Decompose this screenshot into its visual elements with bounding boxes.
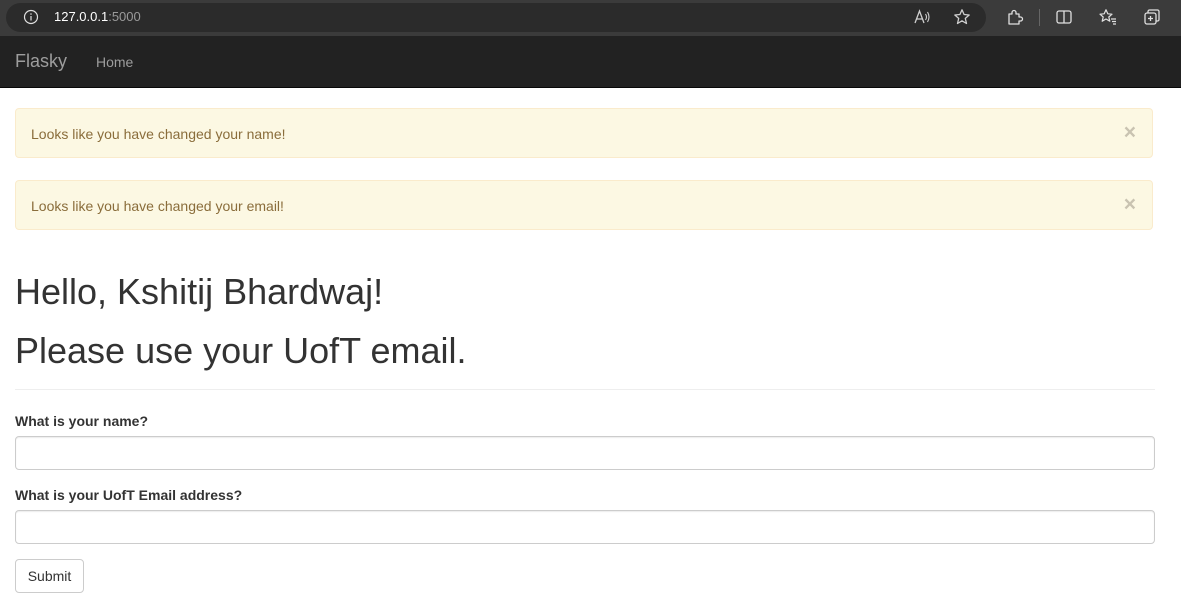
email-input[interactable] (15, 510, 1155, 544)
alert-close-button[interactable]: × (1124, 194, 1136, 216)
alert-message: Looks like you have changed your name! (31, 126, 286, 142)
address-bar[interactable] (6, 3, 986, 32)
url-port: :5000 (108, 9, 141, 24)
flash-alert: Looks like you have changed your email! … (15, 180, 1153, 230)
toolbar-separator (1039, 9, 1040, 26)
favorite-star-icon[interactable] (953, 8, 971, 26)
url-host: 127.0.0.1 (54, 9, 109, 24)
info-icon[interactable] (23, 9, 39, 25)
collections-icon[interactable] (1143, 8, 1161, 26)
name-input[interactable] (15, 436, 1155, 470)
browser-toolbar: 127.0.0.1:5000 (0, 0, 1181, 36)
page-greeting: Hello, Kshitij Bhardwaj! (15, 271, 384, 312)
split-screen-icon[interactable] (1055, 8, 1073, 26)
navbar-brand[interactable]: Flasky (15, 51, 67, 71)
email-label: What is your UofT Email address? (15, 487, 243, 503)
header-divider (15, 389, 1155, 390)
nav-link-home[interactable]: Home (96, 53, 133, 71)
url-text[interactable]: 127.0.0.1:5000 (54, 9, 141, 25)
read-aloud-icon[interactable] (913, 8, 931, 26)
alert-message: Looks like you have changed your email! (31, 198, 284, 214)
alert-close-button[interactable]: × (1124, 122, 1136, 144)
favorites-icon[interactable] (1099, 8, 1117, 26)
page-note: Please use your UofT email. (15, 330, 467, 371)
submit-button[interactable]: Submit (15, 559, 84, 593)
extensions-icon[interactable] (1006, 8, 1024, 26)
name-label: What is your name? (15, 413, 149, 429)
navbar: Flasky Home (0, 36, 1181, 88)
flash-alert: Looks like you have changed your name! × (15, 108, 1153, 158)
